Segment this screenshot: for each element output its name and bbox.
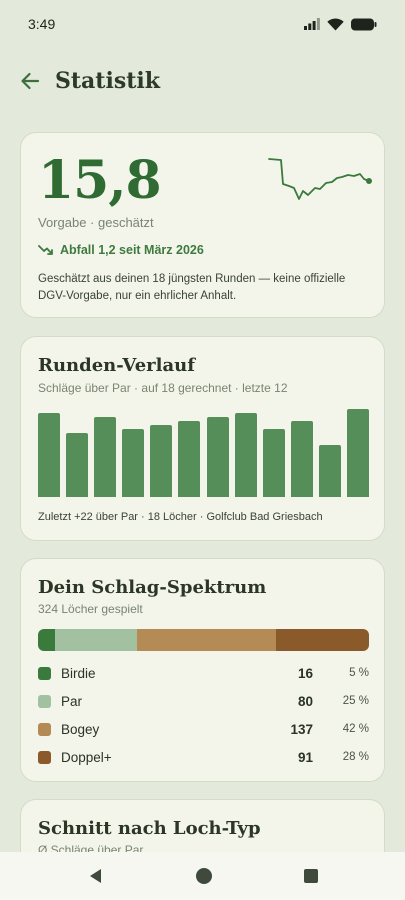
legend-swatch [38,666,51,680]
spectrum-segment [38,629,55,651]
nav-recents-icon[interactable] [303,868,319,884]
rounds-bar-chart [38,409,369,497]
back-button[interactable] [16,67,44,95]
wifi-icon [327,18,344,30]
trending-down-icon [38,245,53,255]
handicap-label: Vorgabe · geschätzt [38,215,154,230]
hole-type-title: Schnitt nach Loch-Typ [38,818,261,839]
app-bar: Statistik [0,56,405,106]
handicap-card: 15,8 Vorgabe · geschätzt Abfall 1,2 seit… [20,132,385,318]
legend-swatch [38,750,51,764]
handicap-sparkline [268,158,372,200]
signal-icon [304,18,320,30]
round-bar [262,429,285,497]
legend-label: Bogey [61,721,100,737]
round-bar [38,413,60,497]
legend-percent: 42 % [342,723,369,735]
round-bar [66,433,89,497]
rounds-trend-card: Runden-Verlauf Schläge über Par · auf 18… [20,336,385,541]
spectrum-title: Dein Schlag-Spektrum [38,577,267,598]
legend-swatch [38,694,51,708]
spectrum-segment [54,629,138,651]
rounds-trend-subtitle: Schläge über Par · auf 18 gerechnet · le… [38,381,288,395]
round-bar [347,409,369,497]
status-bar: 3:49 [0,0,405,48]
spectrum-legend-row: Doppel+ 91 28 % [38,747,369,767]
legend-label: Par [61,693,83,709]
round-bar [150,425,173,497]
round-bar [122,429,145,497]
rounds-trend-footer: Zuletzt +22 über Par · 18 Löcher · Golfc… [38,511,323,523]
battery-icon [351,18,377,30]
trend-text: Abfall 1,2 seit März 2026 [60,243,204,257]
page-title: Statistik [55,68,160,94]
handicap-value: 15,8 [38,150,162,211]
round-bar [234,413,257,497]
legend-count: 80 [297,693,313,709]
round-bar [318,445,341,497]
arrow-left-icon [21,72,40,90]
legend-label: Doppel+ [61,749,112,765]
round-bar [94,417,117,497]
legend-label: Birdie [61,665,96,681]
legend-count: 16 [297,665,313,681]
round-bar [290,421,313,497]
rounds-trend-title: Runden-Verlauf [38,355,195,376]
stroke-spectrum-card: Dein Schlag-Spektrum 324 Löcher gespielt… [20,558,385,782]
spectrum-stacked-bar [38,629,369,651]
spectrum-legend-row: Bogey 137 42 % [38,719,369,739]
system-nav-bar [0,852,405,900]
legend-percent: 5 % [349,667,369,679]
legend-percent: 28 % [342,751,369,763]
legend-count: 91 [297,749,313,765]
handicap-note: Geschätzt aus deinen 18 jüngsten Runden … [38,273,346,302]
legend-count: 137 [290,721,313,737]
handicap-trend: Abfall 1,2 seit März 2026 [38,243,204,257]
spectrum-subtitle: 324 Löcher gespielt [38,602,143,616]
round-bar [206,417,229,497]
spectrum-segment [276,629,369,651]
spectrum-segment [137,629,277,651]
spectrum-legend-row: Par 80 25 % [38,691,369,711]
legend-percent: 25 % [342,695,369,707]
status-icons [304,18,377,31]
legend-swatch [38,722,51,736]
nav-home-icon[interactable] [195,867,213,885]
round-bar [178,421,201,497]
nav-back-icon[interactable] [87,867,105,885]
spectrum-legend-row: Birdie 16 5 % [38,663,369,683]
status-time: 3:49 [28,16,56,32]
